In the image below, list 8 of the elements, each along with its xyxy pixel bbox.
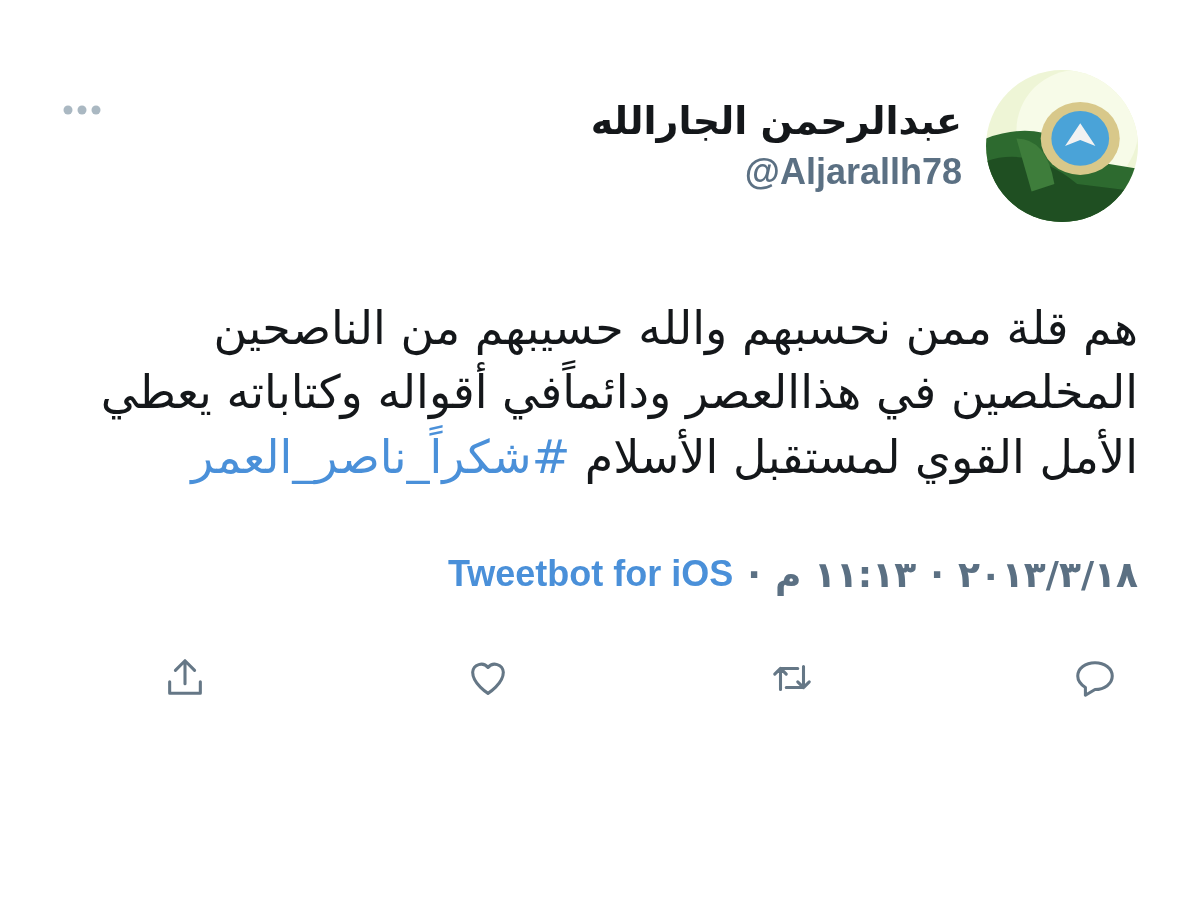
source-link[interactable]: Tweetbot for iOS xyxy=(447,553,734,596)
separator-dot: · xyxy=(930,553,944,595)
author-name: عبدالرحمن الجارالله xyxy=(590,99,962,143)
timestamp-text: ٢٠١٣/٣/١٨ xyxy=(957,553,1138,595)
separator-dot: · xyxy=(747,553,761,595)
author-handle: @Aljarallh78 xyxy=(744,151,962,193)
tweet-text: هم قلة ممن نحسبهم والله حسيبهم من الناصحين المخلصين في هذاالعصر ودائماًفي أقواله وكتاباته يعطي الأمل القوي لمستقبل الأسلام #شكراً_ناصر_العمر xyxy=(99,300,1138,487)
timestamp-text: ١١:١٣ م xyxy=(775,553,917,595)
